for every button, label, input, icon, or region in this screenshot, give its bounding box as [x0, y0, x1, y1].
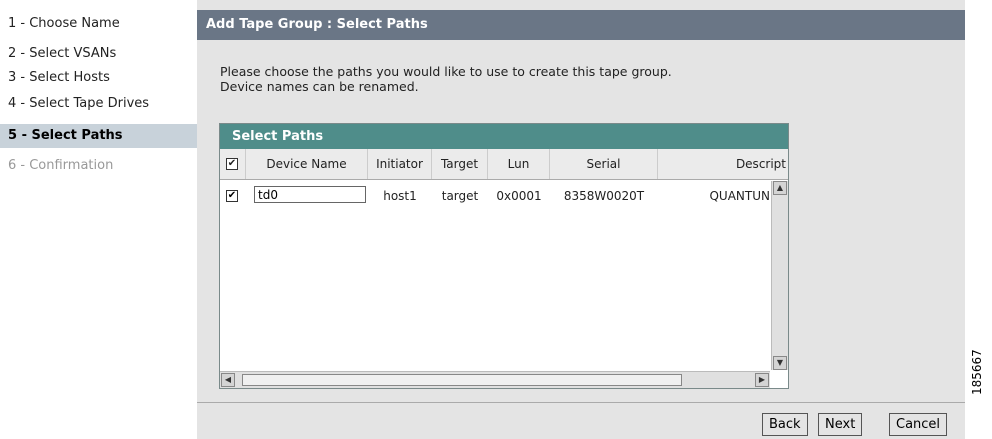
column-description[interactable]: Descript	[658, 149, 788, 179]
step-select-hosts[interactable]: 3 - Select Hosts	[0, 67, 110, 89]
vertical-scrollbar[interactable]: ▲ ▼	[771, 181, 788, 370]
figure-number: 185667	[970, 349, 984, 395]
wizard-panel: Add Tape Group : Select Paths Please cho…	[197, 0, 965, 439]
scroll-left-icon[interactable]: ◀	[221, 373, 235, 387]
footer-divider	[197, 402, 965, 403]
cell-description: QUANTUN	[709, 189, 770, 203]
scroll-down-icon[interactable]: ▼	[773, 356, 787, 370]
scroll-up-icon[interactable]: ▲	[773, 181, 787, 195]
horizontal-scrollbar[interactable]: ◀ ▶	[220, 371, 770, 388]
step-select-paths: 5 - Select Paths	[0, 124, 197, 148]
row-checkbox[interactable]: ✔	[226, 190, 238, 202]
scroll-right-icon[interactable]: ▶	[755, 373, 769, 387]
device-name-input[interactable]	[254, 186, 366, 203]
cancel-button[interactable]: Cancel	[889, 413, 948, 436]
cell-lun: 0x0001	[496, 189, 542, 203]
description-line-2: Device names can be renamed.	[220, 79, 419, 94]
description-line-1: Please choose the paths you would like t…	[220, 64, 672, 79]
cell-initiator: host1	[383, 189, 417, 203]
cell-serial: 8358W0020T	[563, 189, 645, 203]
scrollbar-thumb[interactable]	[242, 374, 682, 386]
step-choose-name[interactable]: 1 - Choose Name	[0, 13, 120, 35]
column-initiator[interactable]: Initiator	[368, 149, 432, 179]
grid-header: ✔ Device Name Initiator Target Lun Seria…	[220, 149, 788, 180]
step-select-tape-drives[interactable]: 4 - Select Tape Drives	[0, 93, 149, 115]
next-button[interactable]: Next	[818, 413, 863, 436]
column-serial[interactable]: Serial	[550, 149, 658, 179]
column-lun[interactable]: Lun	[488, 149, 550, 179]
panel-title: Add Tape Group : Select Paths	[197, 10, 965, 40]
back-button[interactable]: Back	[762, 413, 808, 436]
grid-title: Select Paths	[220, 124, 788, 149]
column-device-name[interactable]: Device Name	[246, 149, 368, 179]
step-select-vsans[interactable]: 2 - Select VSANs	[0, 43, 116, 65]
step-confirmation: 6 - Confirmation	[8, 158, 114, 173]
panel-description: Please choose the paths you would like t…	[220, 64, 672, 94]
cell-target: target	[441, 189, 479, 203]
table-row: ✔ host1 target 0x0001 8358W0020T QUANTUN	[220, 181, 770, 211]
column-target[interactable]: Target	[432, 149, 488, 179]
select-paths-grid: Select Paths ✔ Device Name Initiator Tar…	[219, 123, 789, 389]
select-all-checkbox[interactable]: ✔	[226, 158, 238, 170]
select-all-cell: ✔	[220, 149, 246, 179]
